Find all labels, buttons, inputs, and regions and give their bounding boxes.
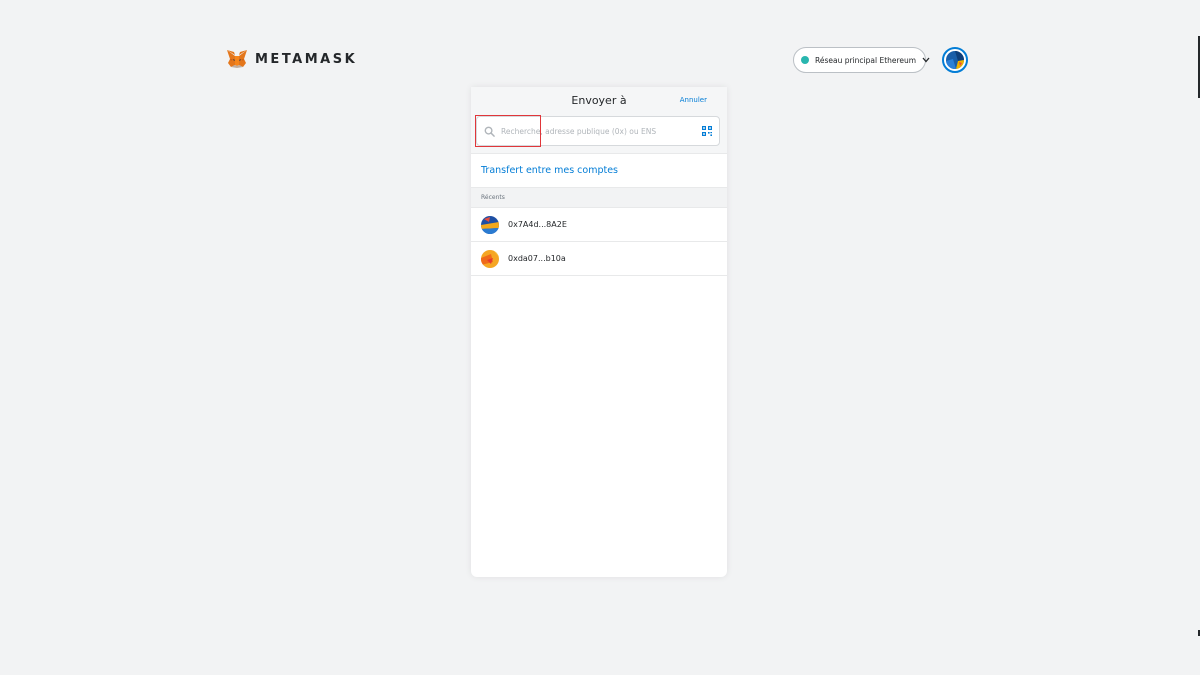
recent-recipient-item[interactable]: 0x7A4d...8A2E — [471, 208, 727, 242]
metamask-logo[interactable]: METAMASK — [227, 50, 357, 68]
recents-section-label: Récents — [471, 188, 727, 208]
network-selector[interactable]: Réseau principal Ethereum — [793, 47, 930, 73]
recipient-search-box[interactable] — [476, 116, 720, 146]
network-label: Réseau principal Ethereum — [815, 55, 917, 65]
network-status-dot — [801, 56, 809, 64]
transfer-between-accounts-link[interactable]: Transfert entre mes comptes — [471, 154, 727, 188]
account-avatar[interactable] — [942, 47, 968, 73]
qr-code-icon[interactable] — [702, 126, 712, 136]
logo-text: METAMASK — [255, 51, 358, 67]
recipient-address: 0xda07...b10a — [508, 254, 566, 263]
recipient-search-input[interactable] — [501, 126, 702, 136]
recent-recipient-item[interactable]: 0xda07...b10a — [471, 242, 727, 276]
fox-icon — [227, 50, 247, 68]
recipient-identicon-icon — [481, 215, 499, 234]
cancel-button[interactable]: Annuler — [680, 96, 707, 104]
search-icon — [484, 126, 495, 137]
send-panel-header: Envoyer à Annuler — [471, 87, 727, 154]
send-panel: Envoyer à Annuler Transfert entre mes co — [471, 87, 727, 577]
recipient-address: 0x7A4d...8A2E — [508, 220, 567, 229]
identicon-icon — [946, 51, 964, 69]
recipient-identicon-icon — [481, 249, 499, 268]
chevron-down-icon — [922, 57, 930, 63]
